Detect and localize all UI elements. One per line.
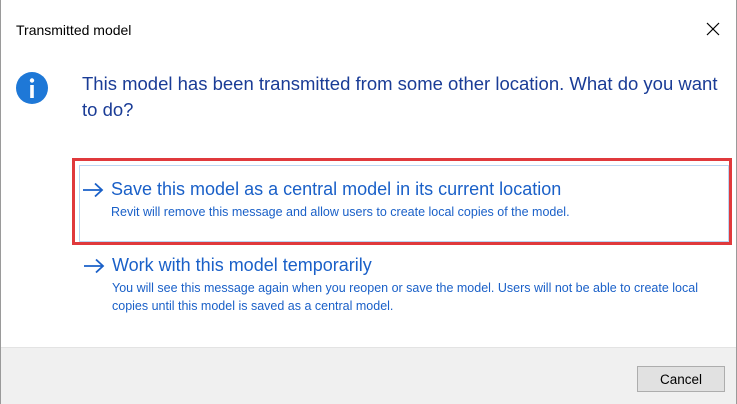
work-temporarily-title: Work with this model temporarily (112, 255, 372, 275)
cancel-button[interactable]: Cancel (637, 366, 725, 392)
close-button[interactable] (698, 14, 728, 44)
save-as-central-description: Revit will remove this message and allow… (111, 205, 570, 219)
save-as-central-title: Save this model as a central model in it… (111, 179, 562, 199)
info-icon (16, 72, 48, 104)
close-icon (706, 22, 720, 36)
main-instruction: This model has been transmitted from som… (82, 73, 718, 120)
arrow-right-icon (84, 258, 105, 273)
title-bar: Transmitted model (1, 0, 736, 56)
work-temporarily-option[interactable]: Work with this model temporarily You wil… (72, 249, 732, 335)
save-as-central-option-inner: Save this model as a central model in it… (79, 165, 729, 242)
save-as-central-option[interactable]: Save this model as a central model in it… (72, 158, 732, 245)
dialog-title: Transmitted model (16, 22, 132, 38)
dialog-content: This model has been transmitted from som… (1, 56, 736, 347)
transmitted-model-dialog: Transmitted model This model has been tr… (0, 0, 737, 404)
arrow-right-icon (83, 182, 104, 197)
work-temporarily-description: You will see this message again when you… (112, 281, 698, 313)
save-as-central-header: Save this model as a central model in it… (82, 179, 728, 200)
work-temporarily-header: Work with this model temporarily (83, 255, 732, 276)
dialog-footer: Cancel (1, 347, 736, 404)
